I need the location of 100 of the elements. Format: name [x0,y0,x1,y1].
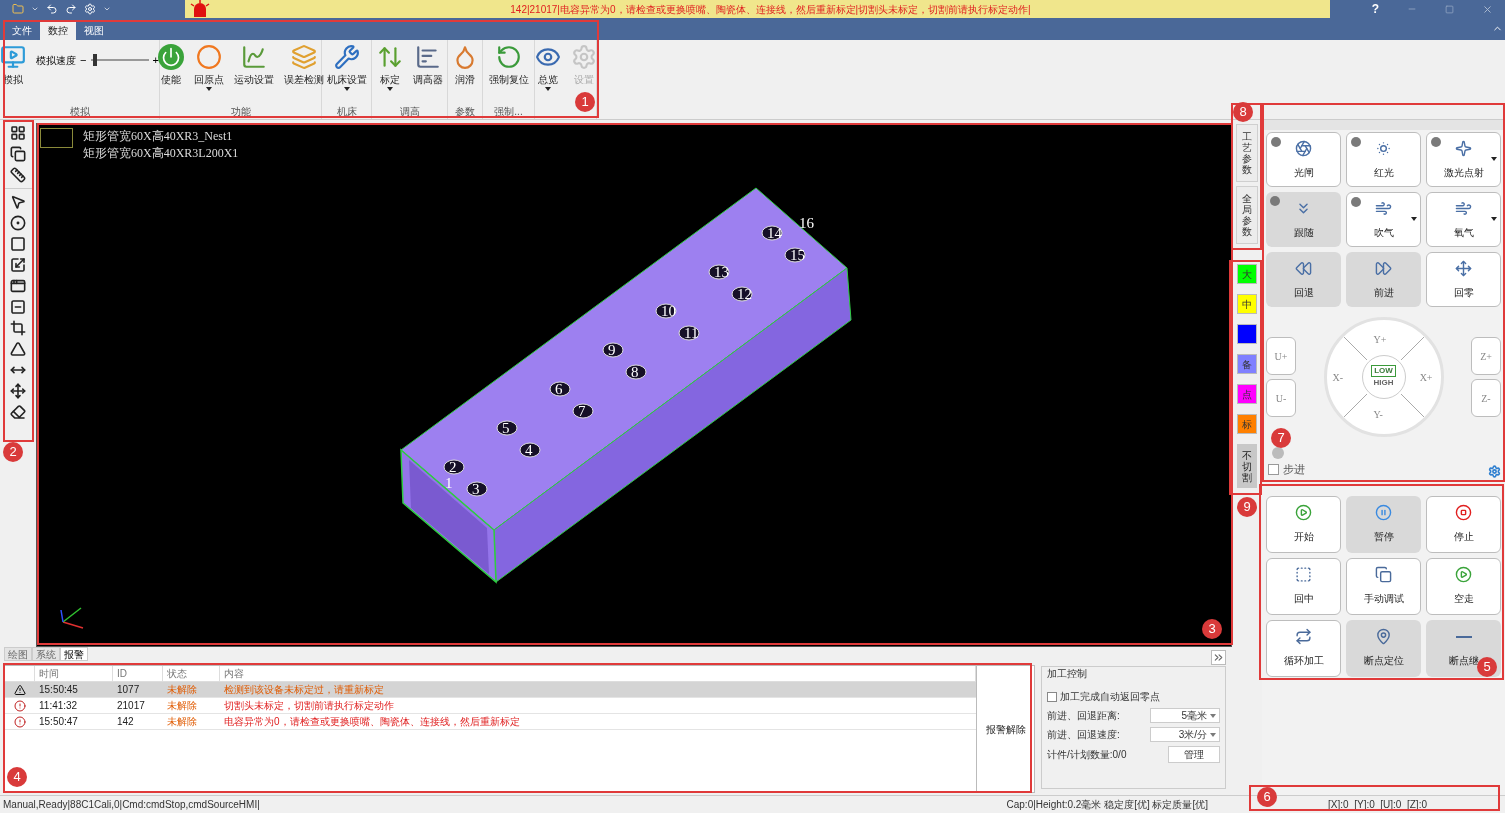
ribbon-tab[interactable]: 文件 [4,20,40,40]
close-icon[interactable] [1482,3,1493,15]
dropdown-icon[interactable] [31,5,39,13]
slider-thumb[interactable] [93,54,98,67]
crop-icon[interactable] [10,320,26,336]
axis-button[interactable]: U+ [1266,337,1296,375]
copy-icon [1375,566,1392,583]
hole-number: 3 [472,481,480,497]
dropdown-field[interactable]: 3米/分 [1150,727,1220,742]
speed-slider[interactable] [90,54,149,67]
ribbon-button[interactable]: 润滑 [448,40,482,87]
control-button[interactable]: 光闸 [1266,132,1341,187]
ribbon-button[interactable]: 标定 [372,40,407,91]
jog-button[interactable]: Y+ [1373,332,1387,347]
layer-button[interactable]: 中 [1237,294,1257,314]
control-button[interactable]: 开始 [1266,495,1341,553]
square-icon[interactable] [10,236,26,252]
copy-icon[interactable] [10,146,26,162]
caret-icon [205,87,212,91]
hole-number: 9 [608,342,616,358]
collapse-icon[interactable] [1211,650,1226,665]
dropdown-icon[interactable] [103,5,111,13]
ribbon-button[interactable]: 调高器 [408,40,447,87]
up-down-arrows-icon [376,44,403,70]
panel-tab[interactable]: 绘图 [4,647,32,661]
panel-tab[interactable]: 报警 [60,647,88,661]
undo-icon[interactable] [46,3,58,15]
folder-icon[interactable] [12,3,24,15]
field-label: 前进、回退速度: [1047,728,1120,742]
redo-icon[interactable] [65,3,77,15]
checkbox[interactable] [1268,463,1279,475]
eraser-icon[interactable] [10,404,26,420]
caret-icon [1411,217,1417,221]
window-icon[interactable] [10,278,26,294]
hole-number: 8 [631,364,639,380]
group-label: 模拟 [68,105,91,119]
alarm-lamp-icon [189,0,211,18]
jog-button[interactable]: Y- [1373,407,1383,422]
grid-icon[interactable] [10,125,26,141]
aperture-icon [1295,139,1312,157]
hole-number: 7 [578,403,586,419]
axis-button[interactable]: Z- [1471,379,1501,417]
group-title: 加工控制 [1047,667,1088,681]
ribbon-button[interactable]: 运动设置 [229,40,278,87]
ring-icon [195,44,222,70]
alarm-row[interactable]: 11:41:32 21017 未解除 切割头未标定，切割前请执行标定动作 [5,698,976,714]
circle-icon[interactable] [10,215,26,231]
scale-icon[interactable] [10,257,26,273]
control-button[interactable]: 手动调试 [1346,557,1421,615]
alarm-row[interactable]: 15:50:47 142 未解除 电容异常为0，请检查或更换喷嘴、陶瓷体、连接线，然后重新标定 [5,714,976,730]
layer-button[interactable] [1237,324,1257,344]
pause-icon [1375,504,1392,521]
control-button[interactable]: 激光点射 [1426,132,1501,187]
layer-button[interactable]: 标 [1237,414,1257,434]
triangle-icon[interactable] [10,341,26,357]
dropdown-field[interactable]: 5毫米 [1150,708,1220,723]
ribbon-tab[interactable]: 视图 [76,20,112,40]
control-button[interactable]: 空走 [1426,557,1501,615]
checkbox[interactable] [1047,691,1057,702]
column-header: ID [113,666,163,681]
axis-button[interactable]: U- [1266,379,1296,417]
sparkle-icon [1455,139,1472,157]
alarm-row[interactable]: 15:50:45 1077 未解除 检测到该设备未标定过，请重新标定 [5,682,976,698]
side-tab[interactable]: 工艺参数 [1236,124,1258,182]
layer-button[interactable]: 大 [1237,264,1257,284]
speed-toggle[interactable]: HIGH [1370,377,1397,389]
speed-toggle[interactable]: LOW [1371,365,1396,377]
control-button[interactable]: 回零 [1426,252,1501,307]
ribbon-tab[interactable]: 数控 [40,20,76,40]
ribbon-button[interactable]: 回原点 [189,40,228,91]
side-tab[interactable]: 全局参数 [1236,186,1258,244]
control-button[interactable]: 停止 [1426,495,1501,553]
stop-icon [1455,504,1472,521]
ruler-icon[interactable] [10,167,26,183]
table-cell-text: 15:50:47 [38,715,79,729]
help-button[interactable]: ? [1371,0,1379,18]
minus-button[interactable]: − [80,52,87,69]
ribbon-button[interactable]: 总览 [530,40,565,91]
hole-number: 11 [684,325,699,341]
control-button[interactable]: 红光 [1346,132,1421,187]
control-button[interactable]: 氧气 [1426,192,1501,247]
hole-number: 4 [525,442,533,458]
panel-tab[interactable]: 系统 [32,647,60,661]
settings-icon[interactable] [1488,464,1501,478]
control-button[interactable]: 吹气 [1346,192,1421,247]
control-button[interactable]: 回中 [1266,557,1341,615]
move-icon[interactable] [10,383,26,399]
no-cut-button[interactable]: 不切割 [1237,444,1257,488]
square-minus-icon[interactable] [10,299,26,315]
jog-button[interactable]: X+ [1419,370,1433,385]
jog-button[interactable]: X- [1332,370,1344,385]
layer-button[interactable]: 点 [1237,384,1257,404]
axis-button[interactable]: Z+ [1471,337,1501,375]
layer-button[interactable]: 备 [1237,354,1257,374]
control-button[interactable]: 循环加工 [1266,619,1341,677]
play-icon [1455,566,1472,583]
pointer-icon[interactable] [10,194,26,210]
ribbon-button[interactable]: 强制复位 [484,40,533,87]
manage-button[interactable]: 管理 [1168,746,1220,763]
chart-icon [240,44,267,70]
